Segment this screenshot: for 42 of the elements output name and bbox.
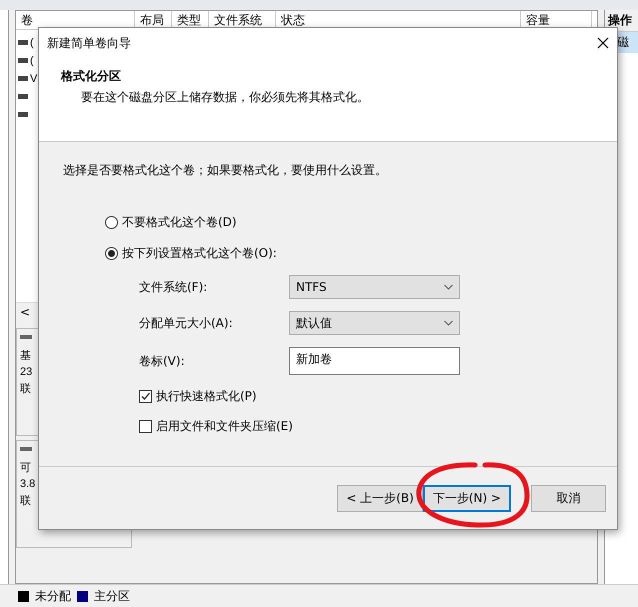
- option-label[interactable]: 不要格式化这个卷(D): [122, 214, 237, 230]
- field-label: 分配单元大小(A):: [139, 314, 234, 332]
- drive-icon: [18, 94, 28, 99]
- table-cell: (: [30, 36, 34, 48]
- disk-info: 联: [20, 494, 32, 508]
- caret-icon: [444, 320, 453, 326]
- instruction-text: 选择是否要格式化这个卷；如果要格式化，要使用什么设置。: [63, 162, 388, 179]
- disk-info: 3.8: [20, 478, 36, 490]
- dropdown[interactable]: 默认值: [289, 311, 460, 335]
- disk-info: 联: [20, 382, 32, 396]
- section-heading: 格式化分区: [61, 68, 121, 85]
- table-cell: (: [30, 54, 34, 66]
- disk-info: 23: [20, 366, 34, 378]
- caret-icon: [444, 284, 453, 290]
- checkbox[interactable]: [139, 390, 152, 402]
- dropdown[interactable]: NTFS: [289, 275, 460, 299]
- option-label[interactable]: 按下列设置格式化这个卷(O):: [122, 244, 277, 262]
- dialog-title: 新建简单卷向导: [47, 34, 131, 52]
- checkbox[interactable]: [139, 420, 152, 432]
- scroll-left-button[interactable]: <: [16, 304, 34, 318]
- input-field[interactable]: 新加卷: [289, 347, 460, 375]
- wizard-button[interactable]: 取消: [531, 484, 606, 512]
- drive-icon: [18, 76, 28, 81]
- drive-icon: [18, 112, 28, 117]
- disk-info: 基: [20, 349, 32, 363]
- wizard-button[interactable]: < 上一步(B): [337, 484, 423, 512]
- legend-label: 未分配: [35, 588, 71, 604]
- radio-button[interactable]: [105, 246, 118, 260]
- close-icon[interactable]: [597, 37, 609, 49]
- table-cell: V: [30, 72, 38, 84]
- wizard-button[interactable]: 下一步(N) >: [422, 484, 511, 512]
- checkbox-label[interactable]: 启用文件和文件夹压缩(E): [156, 418, 293, 434]
- radio-button[interactable]: [105, 216, 118, 228]
- drive-icon: [18, 40, 28, 45]
- legend-label: 主分区: [94, 588, 130, 604]
- field-label: 文件系统(F):: [139, 278, 208, 296]
- panel-title: 操作: [605, 10, 638, 32]
- drive-icon: [18, 58, 28, 63]
- disk-info: 可: [20, 461, 32, 475]
- section-description: 要在这个磁盘分区上储存数据，你必须先将其格式化。: [81, 89, 369, 106]
- checkbox-label[interactable]: 执行快速格式化(P): [156, 388, 257, 404]
- field-label: 卷标(V):: [139, 352, 186, 370]
